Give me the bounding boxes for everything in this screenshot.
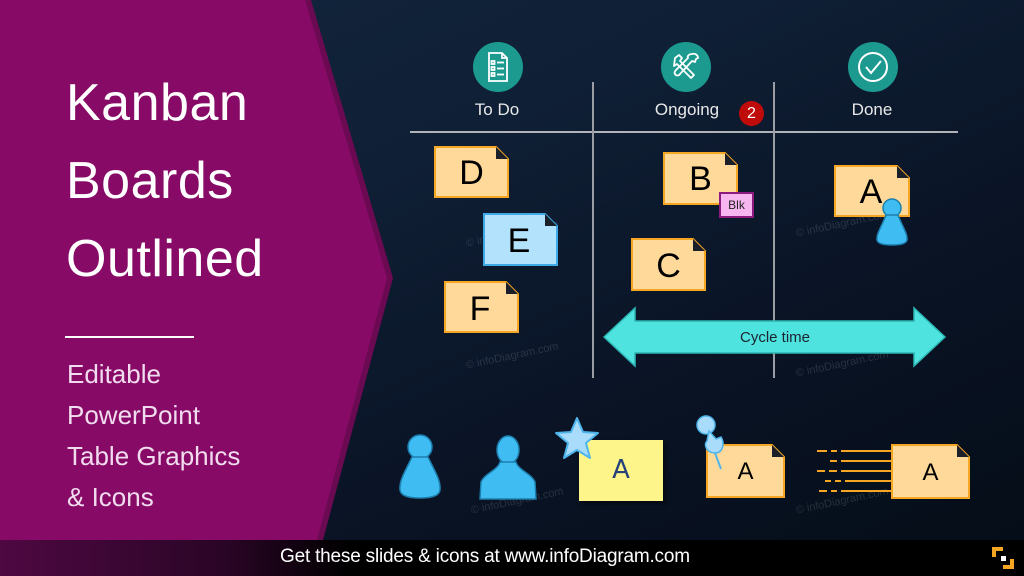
infodiagram-logo-icon[interactable] bbox=[990, 545, 1016, 571]
checkmark-circle-icon bbox=[848, 42, 898, 92]
pushpin-icon bbox=[696, 415, 724, 470]
wip-count-badge: 2 bbox=[739, 101, 764, 126]
card-label: D bbox=[459, 154, 484, 192]
kanban-board: To Do Ongoing Done 2 © infoDiagram.com ©… bbox=[0, 0, 1024, 540]
fast-moving-card[interactable]: A bbox=[891, 444, 970, 499]
header-divider bbox=[410, 131, 958, 133]
watermark: © infoDiagram.com bbox=[464, 340, 560, 372]
column-header-done[interactable]: Done bbox=[802, 100, 942, 120]
card-label: C bbox=[656, 247, 681, 285]
assignee-person-icon bbox=[876, 198, 908, 246]
column-divider bbox=[592, 82, 594, 378]
checklist-document-icon bbox=[473, 42, 523, 92]
card-label: A bbox=[922, 459, 939, 486]
speed-lines-icon bbox=[817, 450, 893, 492]
blocked-tag: Blk bbox=[719, 192, 754, 218]
kanban-card-f[interactable]: F bbox=[444, 281, 519, 333]
tools-icon bbox=[661, 42, 711, 92]
star-icon bbox=[555, 417, 599, 459]
column-header-ongoing[interactable]: Ongoing bbox=[617, 100, 757, 120]
person-pawn-icon bbox=[399, 434, 441, 499]
cycle-time-label: Cycle time bbox=[739, 329, 810, 346]
card-label: E bbox=[507, 222, 531, 260]
kanban-card-d[interactable]: D bbox=[434, 146, 509, 198]
person-bust-icon bbox=[479, 435, 537, 500]
column-header-todo[interactable]: To Do bbox=[427, 100, 567, 120]
slide: Kanban Boards Outlined Editable PowerPoi… bbox=[0, 0, 1024, 540]
card-label: F bbox=[469, 290, 491, 328]
footer-link[interactable]: Get these slides & icons at www.infoDiag… bbox=[280, 546, 690, 568]
kanban-card-e[interactable]: E bbox=[483, 213, 558, 266]
kanban-card-c[interactable]: C bbox=[631, 238, 706, 291]
